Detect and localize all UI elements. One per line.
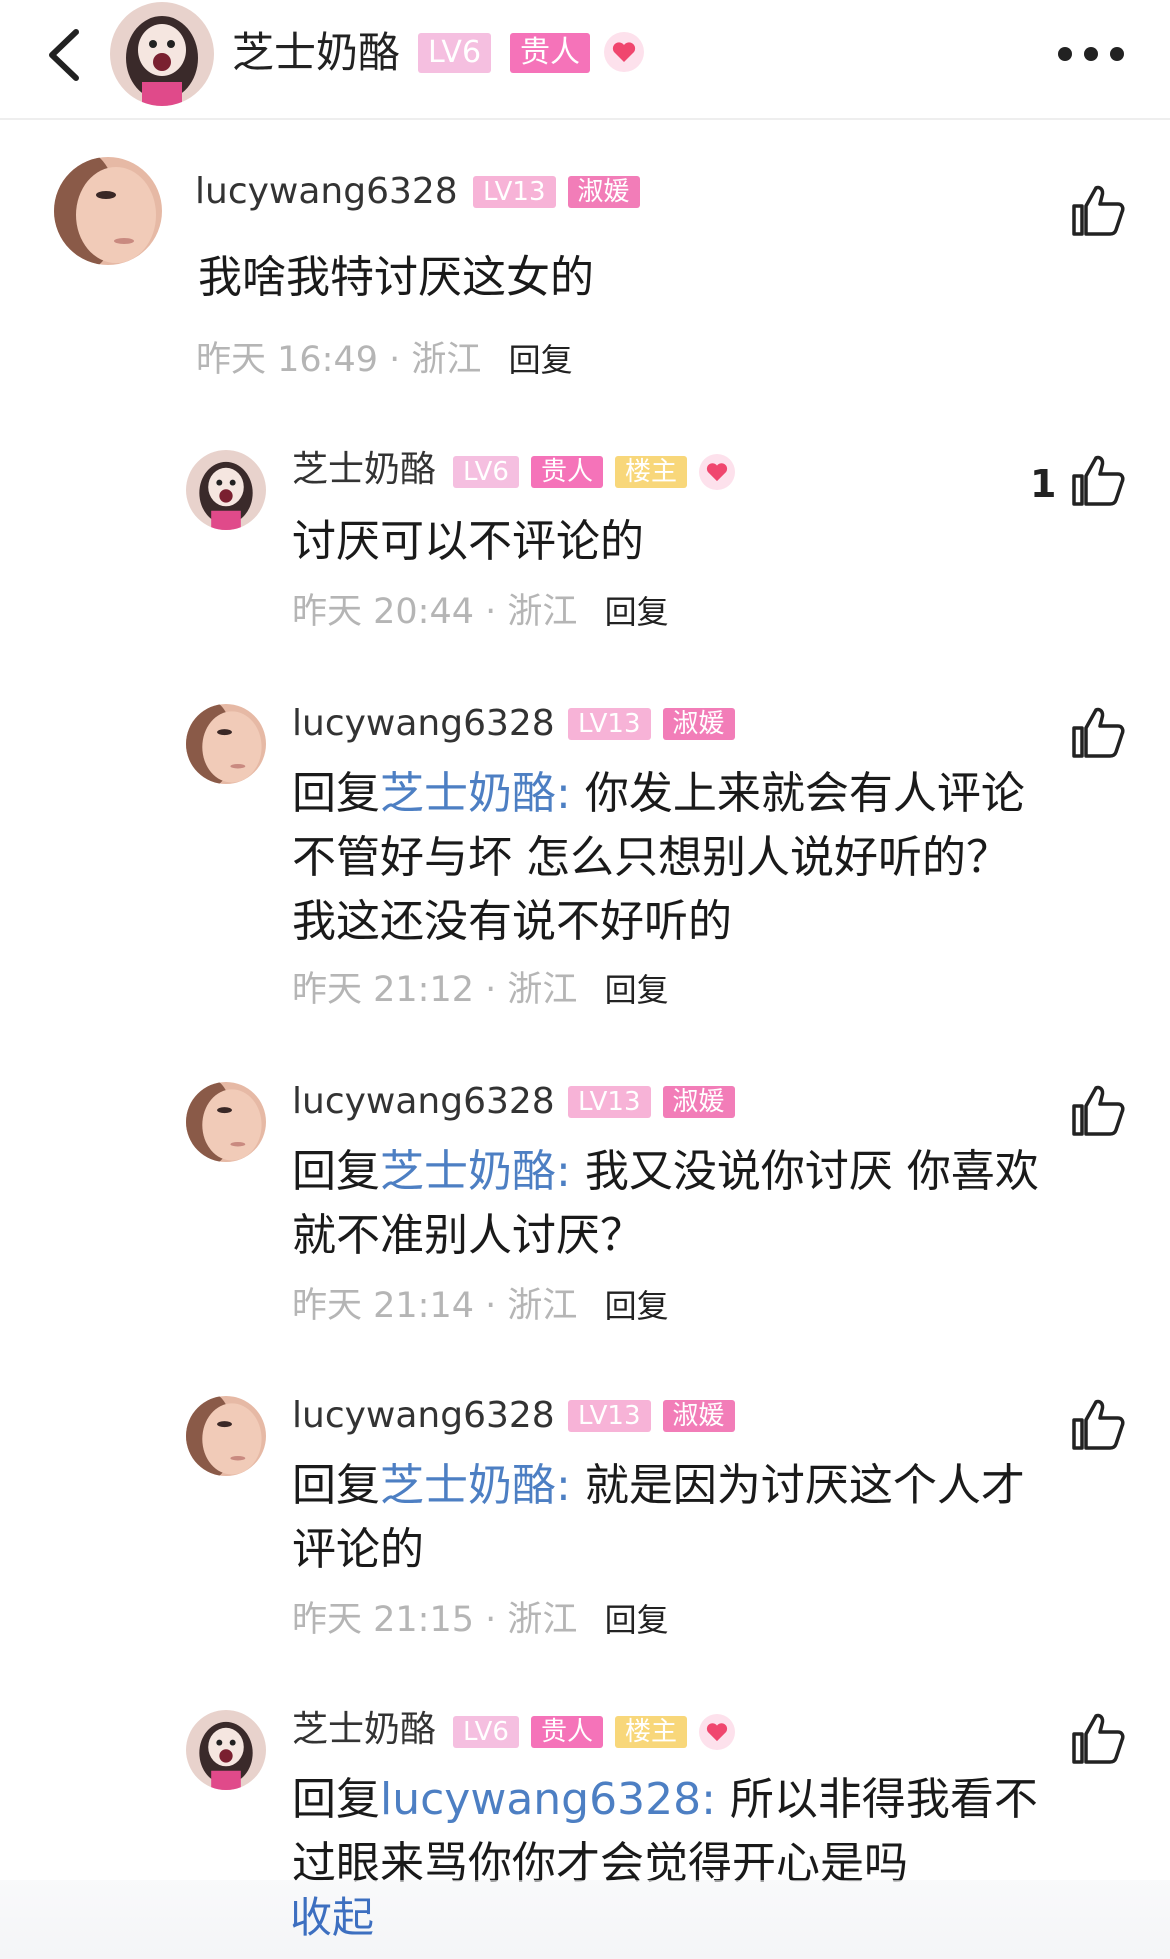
comment-text: 讨厌可以不评论的 <box>292 516 644 567</box>
title-badge: 淑媛 <box>662 1086 735 1118</box>
thumbs-up-icon <box>1072 185 1125 236</box>
mention-link[interactable]: 芝士奶酪: <box>380 1146 571 1197</box>
timestamp: 昨天 20:44 <box>292 592 474 632</box>
thumbs-up-icon <box>1072 1085 1125 1136</box>
title-badge: 淑媛 <box>567 176 640 208</box>
mention-link[interactable]: 芝士奶酪: <box>380 768 571 819</box>
back-button[interactable] <box>40 22 90 88</box>
username[interactable]: lucywang6328 <box>292 702 555 746</box>
comment-meta: 昨天 20:44 · 浙江 回复 <box>292 592 669 632</box>
location: 浙江 <box>507 1286 578 1326</box>
comment-text: 回复芝士奶酪: 我又没说你讨厌 你喜欢 就不准别人讨厌？ <box>292 1146 1039 1261</box>
heart-badge <box>699 454 735 490</box>
author-avatar[interactable] <box>108 0 216 108</box>
noble-badge: 贵人 <box>510 33 590 73</box>
level-badge: LV13 <box>568 1400 651 1432</box>
level-badge: LV6 <box>418 33 492 73</box>
timestamp: 昨天 16:49 <box>196 340 378 380</box>
heart-icon <box>612 42 636 62</box>
host-badge: 楼主 <box>614 1716 687 1748</box>
heart-badge <box>699 1714 735 1750</box>
avatar[interactable] <box>186 450 266 530</box>
comment-text: 回复芝士奶酪: 就是因为讨厌这个人才 评论的 <box>292 1460 1025 1575</box>
badge-group: LV6 贵人 楼主 <box>453 454 735 490</box>
title-badge: 淑媛 <box>662 1400 735 1432</box>
badge-group: LV13 淑媛 <box>473 176 640 208</box>
username[interactable]: 芝士奶酪 <box>292 1708 436 1752</box>
comment-text: 回复芝士奶酪: 你发上来就会有人评论 不管好与坏 怎么只想别人说好听的？ 我这还… <box>292 768 1025 947</box>
level-badge: LV13 <box>473 176 556 208</box>
level-badge: LV13 <box>568 708 651 740</box>
badge-group: LV6 贵人 楼主 <box>453 1714 735 1750</box>
username[interactable]: lucywang6328 <box>292 1080 555 1124</box>
avatar[interactable] <box>186 1396 266 1476</box>
thumbs-up-icon <box>1072 707 1125 758</box>
reply-button[interactable]: 回复 <box>509 341 573 379</box>
timestamp: 昨天 21:12 <box>292 970 474 1010</box>
title-badge: 淑媛 <box>662 708 735 740</box>
badge-group: LV13 淑媛 <box>568 1086 735 1118</box>
location: 浙江 <box>507 1600 578 1640</box>
level-badge: LV6 <box>453 1716 519 1748</box>
chevron-left-icon <box>49 29 79 81</box>
level-badge: LV13 <box>568 1086 651 1118</box>
avatar[interactable] <box>186 1082 266 1162</box>
comment-meta: 昨天 21:14 · 浙江 回复 <box>292 1286 669 1326</box>
bottom-fade <box>0 1880 1170 1959</box>
avatar[interactable] <box>186 704 266 784</box>
author-name[interactable]: 芝士奶酪 <box>232 24 400 82</box>
like-button[interactable] <box>1070 182 1126 238</box>
mention-link[interactable]: lucywang6328: <box>380 1774 716 1825</box>
reply-button[interactable]: 回复 <box>605 971 669 1009</box>
comment-text: 我啥我特讨厌这女的 <box>198 252 594 303</box>
host-badge: 楼主 <box>614 456 687 488</box>
reply-button[interactable]: 回复 <box>605 1601 669 1639</box>
level-badge: LV6 <box>453 456 519 488</box>
comment-meta: 昨天 16:49 · 浙江 回复 <box>196 340 573 380</box>
location: 浙江 <box>507 970 578 1010</box>
avatar[interactable] <box>54 157 162 265</box>
more-options-button[interactable] <box>1052 36 1132 72</box>
like-button[interactable] <box>1070 1082 1126 1138</box>
username[interactable]: lucywang6328 <box>292 1394 555 1438</box>
avatar[interactable] <box>186 1710 266 1790</box>
thumbs-up-icon <box>1072 455 1125 506</box>
collapse-button[interactable]: 收起 <box>290 1892 374 1944</box>
comment-meta: 昨天 21:12 · 浙江 回复 <box>292 970 669 1010</box>
thumbs-up-icon <box>1072 1713 1125 1764</box>
noble-badge: 贵人 <box>530 456 603 488</box>
like-button[interactable] <box>1070 1396 1126 1452</box>
reply-button[interactable]: 回复 <box>605 593 669 631</box>
timestamp: 昨天 21:14 <box>292 1286 474 1326</box>
reply-button[interactable]: 回复 <box>605 1287 669 1325</box>
top-bar: 芝士奶酪 LV6 贵人 <box>0 0 1170 120</box>
comment-meta: 昨天 21:15 · 浙江 回复 <box>292 1600 669 1640</box>
username[interactable]: lucywang6328 <box>195 170 458 214</box>
comment-text: 回复lucywang6328: 所以非得我看不 过眼来骂你你才会觉得开心是吗 <box>292 1774 1038 1889</box>
noble-badge: 贵人 <box>530 1716 603 1748</box>
like-button[interactable] <box>1070 452 1126 508</box>
like-count: 1 <box>1030 462 1057 506</box>
badge-group: LV13 淑媛 <box>568 708 735 740</box>
location: 浙江 <box>507 592 578 632</box>
timestamp: 昨天 21:15 <box>292 1600 474 1640</box>
location: 浙江 <box>411 340 482 380</box>
mention-link[interactable]: 芝士奶酪: <box>380 1460 571 1511</box>
heart-badge <box>604 32 644 72</box>
username[interactable]: 芝士奶酪 <box>292 448 436 492</box>
like-button[interactable] <box>1070 1710 1126 1766</box>
heart-icon <box>706 1723 728 1742</box>
badge-group: LV13 淑媛 <box>568 1400 735 1432</box>
thumbs-up-icon <box>1072 1399 1125 1450</box>
heart-icon <box>706 463 728 482</box>
like-button[interactable] <box>1070 704 1126 760</box>
